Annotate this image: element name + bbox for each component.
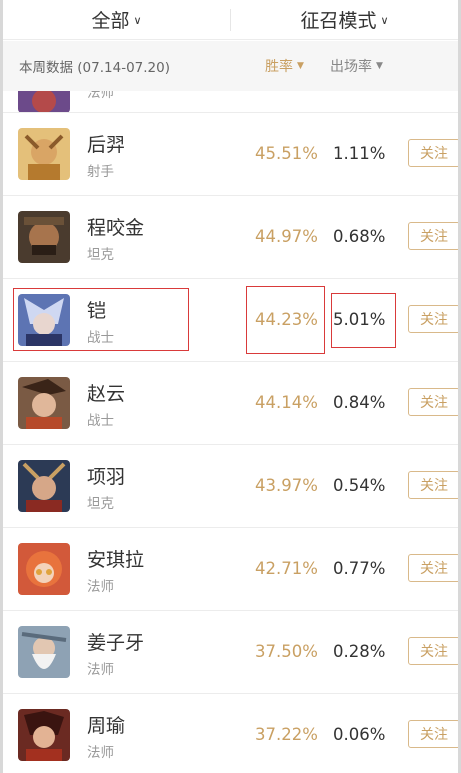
follow-button[interactable]: 关注 — [408, 222, 458, 250]
xiangyu-avatar-icon — [18, 460, 70, 512]
win-rate: 37.50% — [255, 642, 318, 661]
follow-button[interactable]: 关注 — [408, 720, 458, 748]
hero-ranking-panel: 全部 ∨ 征召模式 ∨ 本周数据 (07.14-07.20) 胜率 ▼ 出场率 … — [0, 0, 461, 773]
follow-button[interactable]: 关注 — [408, 388, 458, 416]
list-item-partial: 法师 — [3, 91, 458, 113]
hero-name: 程咬金 — [87, 217, 145, 239]
filter-all-label: 全部 — [91, 10, 130, 32]
hero-name: 安琪拉 — [87, 549, 145, 571]
sort-win-label: 胜率 — [265, 59, 293, 75]
caret-down-icon: ▼ — [297, 61, 304, 71]
win-rate: 44.23% — [255, 310, 318, 329]
pick-rate: 0.28% — [333, 642, 386, 661]
zhaoyun-avatar-icon — [18, 377, 70, 429]
list-item[interactable]: 后羿 射手 45.51% 1.11% 关注 — [3, 113, 458, 196]
hero-name: 铠 — [87, 300, 107, 322]
hero-name: 姜子牙 — [87, 632, 145, 654]
hero-name: 赵云 — [87, 383, 126, 405]
follow-button[interactable]: 关注 — [408, 305, 458, 333]
hero-role: 射手 — [87, 164, 114, 180]
jiangziya-avatar-icon — [18, 626, 70, 678]
hero-name: 周瑜 — [87, 715, 126, 737]
zhouyu-avatar-icon — [18, 709, 70, 761]
hero-avatar — [18, 91, 70, 112]
pick-rate: 0.84% — [333, 393, 386, 412]
week-range-label: 本周数据 (07.14-07.20) — [19, 60, 170, 76]
kai-avatar-icon — [18, 294, 70, 346]
hero-role: 坦克 — [87, 247, 114, 263]
hero-name: 项羽 — [87, 466, 126, 488]
filter-all-dropdown[interactable]: 全部 ∨ — [3, 6, 230, 33]
list-item[interactable]: 周瑜 法师 37.22% 0.06% 关注 — [3, 694, 458, 773]
hero-name: 后羿 — [87, 134, 126, 156]
hero-role: 法师 — [87, 745, 114, 761]
pick-rate: 5.01% — [333, 310, 386, 329]
win-rate: 43.97% — [255, 476, 318, 495]
win-rate: 45.51% — [255, 144, 318, 163]
chengyaojin-avatar-icon — [18, 211, 70, 263]
hero-role: 坦克 — [87, 496, 114, 512]
win-rate: 44.97% — [255, 227, 318, 246]
pick-rate: 0.06% — [333, 725, 386, 744]
list-item[interactable]: 程咬金 坦克 44.97% 0.68% 关注 — [3, 196, 458, 279]
follow-button[interactable]: 关注 — [408, 139, 458, 167]
list-item[interactable]: 赵云 战士 44.14% 0.84% 关注 — [3, 362, 458, 445]
sort-by-win-rate[interactable]: 胜率 ▼ — [265, 56, 304, 76]
filter-bar: 全部 ∨ 征召模式 ∨ — [3, 0, 458, 40]
list-item[interactable]: 铠 战士 44.23% 5.01% 关注 — [3, 279, 458, 362]
stats-header: 本周数据 (07.14-07.20) 胜率 ▼ 出场率 ▼ — [3, 41, 458, 91]
chevron-down-icon: ∨ — [133, 14, 142, 27]
pick-rate: 0.77% — [333, 559, 386, 578]
list-item[interactable]: 姜子牙 法师 37.50% 0.28% 关注 — [3, 611, 458, 694]
pick-rate: 1.11% — [333, 144, 386, 163]
filter-mode-label: 征召模式 — [300, 10, 377, 32]
hero-role: 战士 — [87, 413, 114, 429]
chevron-down-icon: ∨ — [380, 14, 389, 27]
hero-role: 法师 — [87, 579, 114, 595]
pick-rate: 0.54% — [333, 476, 386, 495]
sort-by-pick-rate[interactable]: 出场率 ▼ — [330, 56, 383, 76]
houyi-avatar-icon — [18, 128, 70, 180]
hero-role: 战士 — [87, 330, 114, 346]
win-rate: 37.22% — [255, 725, 318, 744]
follow-button[interactable]: 关注 — [408, 554, 458, 582]
hero-role: 法师 — [87, 662, 114, 678]
hero-role: 法师 — [87, 91, 114, 101]
win-rate: 44.14% — [255, 393, 318, 412]
follow-button[interactable]: 关注 — [408, 471, 458, 499]
anqila-avatar-icon — [18, 543, 70, 595]
win-rate: 42.71% — [255, 559, 318, 578]
pick-rate: 0.68% — [333, 227, 386, 246]
follow-button[interactable]: 关注 — [408, 637, 458, 665]
sort-pick-label: 出场率 — [330, 59, 372, 75]
list-item[interactable]: 安琪拉 法师 42.71% 0.77% 关注 — [3, 528, 458, 611]
caret-down-icon: ▼ — [376, 61, 383, 71]
filter-mode-dropdown[interactable]: 征召模式 ∨ — [231, 6, 458, 33]
list-item[interactable]: 项羽 坦克 43.97% 0.54% 关注 — [3, 445, 458, 528]
